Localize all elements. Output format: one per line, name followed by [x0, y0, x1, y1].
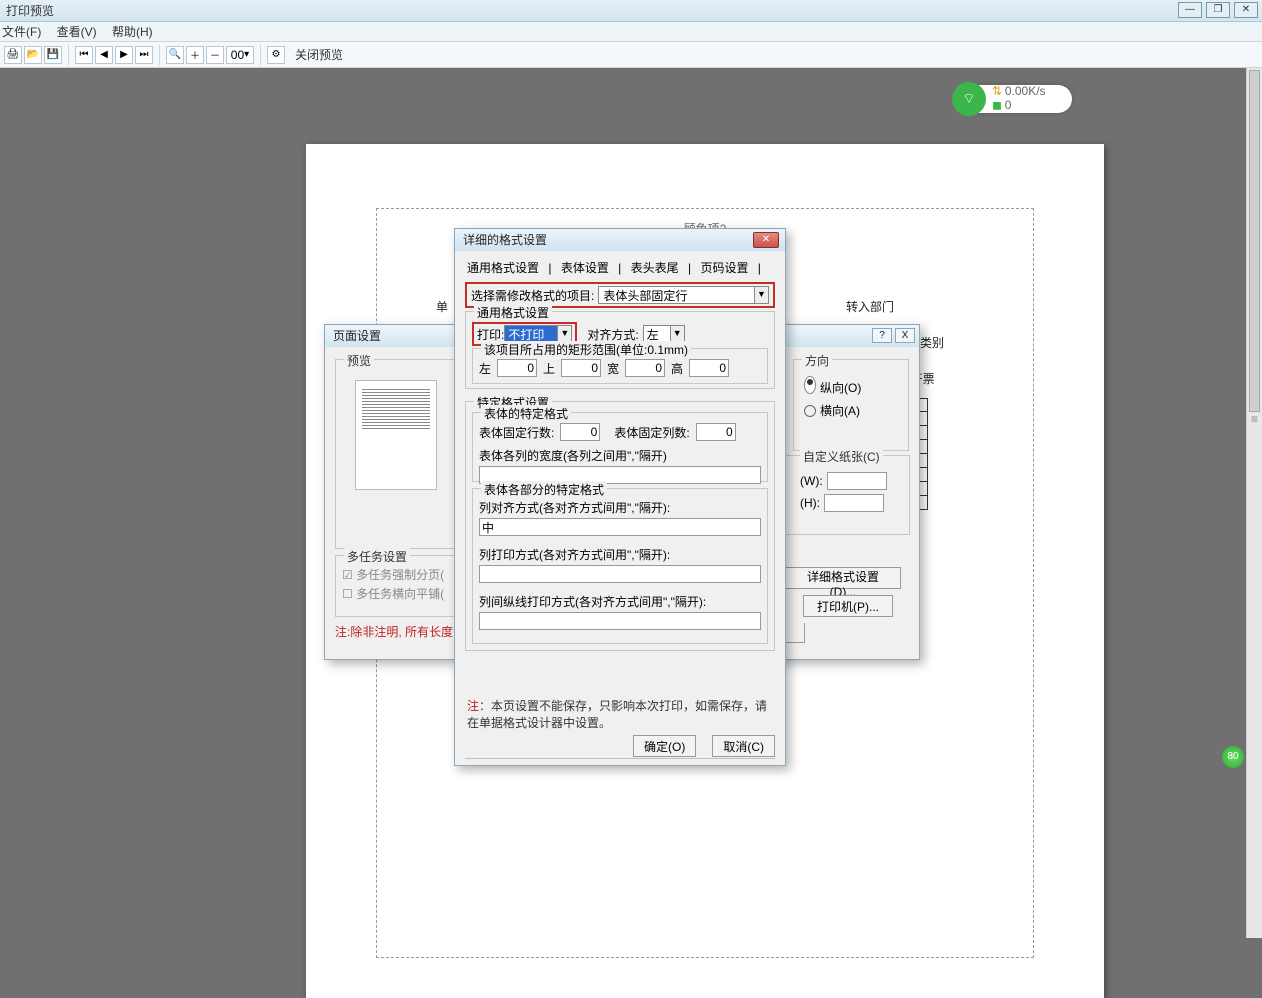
lbl-col-widths: 表体各列的宽度(各列之间用","隔开) [479, 447, 761, 464]
grp-direction-legend: 方向 [802, 352, 832, 369]
input-left[interactable] [497, 359, 537, 377]
lbl-align: 对齐方式: [587, 326, 638, 343]
radio-landscape[interactable]: 横向(A) [804, 402, 898, 419]
detail-format-dialog: 详细的格式设置 ✕ 通用格式设置 | 表体设置 | 表头表尾 | 页码设置 | … [454, 228, 786, 766]
open-icon[interactable]: 📂 [24, 46, 42, 64]
lbl-print: 打印: [477, 326, 504, 343]
side-badge[interactable]: 80 [1222, 746, 1244, 768]
window-close-button[interactable]: ✕ [1234, 2, 1258, 18]
lbl-width: (W): [800, 474, 823, 488]
input-top[interactable] [561, 359, 601, 377]
scrollbar-thumb[interactable] [1249, 70, 1260, 412]
input-col-vline[interactable] [479, 612, 761, 630]
input-custom-height[interactable] [824, 494, 884, 512]
field-dan: 单 [436, 298, 448, 315]
grp-common-legend: 通用格式设置 [474, 304, 552, 321]
prev-page-icon[interactable]: ◀ [95, 46, 113, 64]
lbl-left: 左 [479, 360, 491, 377]
first-page-icon[interactable]: ⏮ [75, 46, 93, 64]
grp-parts-legend: 表体各部分的特定格式 [481, 481, 607, 498]
network-widget[interactable]: ⌔ ⇅ 0.00K/s ◼ 0 [964, 85, 1072, 113]
grp-multitask-legend: 多任务设置 [344, 548, 410, 565]
settings-icon[interactable]: ⚙ [267, 46, 285, 64]
detail-close-button[interactable]: ✕ [753, 232, 779, 248]
lbl-height: (H): [800, 496, 820, 510]
lbl-width-r: 宽 [607, 360, 619, 377]
input-width-r[interactable] [625, 359, 665, 377]
close-preview-button[interactable]: 关闭预览 [295, 46, 343, 63]
detail-tabs: 通用格式设置 | 表体设置 | 表头表尾 | 页码设置 | [461, 259, 779, 276]
page-setup-note: 注:除非注明, 所有长度 [335, 623, 453, 640]
zoom-combo[interactable]: 00▾ [226, 46, 254, 64]
page-setup-help-button[interactable]: ? [872, 328, 892, 343]
tab-common[interactable]: 通用格式设置 [461, 259, 545, 277]
scrollbar-grip-icon: ≡ [1249, 412, 1260, 426]
lbl-col-print: 列打印方式(各对齐方式间用","隔开): [479, 546, 761, 563]
btn-detail-format[interactable]: 详细格式设置(D)... [785, 567, 901, 589]
chevron-down-icon: ▼ [557, 326, 571, 342]
grp-body-spec-legend: 表体的特定格式 [481, 405, 571, 422]
lbl-col-vline: 列间纵线打印方式(各对齐方式间用","隔开): [479, 593, 761, 610]
chk-force-page: ☑ 多任务强制分页( [342, 566, 456, 583]
net-conn: 0 [1005, 98, 1012, 112]
chk-tile: ☐ 多任务横向平铺( [342, 585, 456, 602]
radio-portrait[interactable]: 纵向(O) [804, 376, 898, 396]
window-maximize-button[interactable]: ❐ [1206, 2, 1230, 18]
lbl-fixed-cols: 表体固定列数: [614, 424, 689, 441]
app-titlebar: 打印预览 — ❐ ✕ [0, 0, 1262, 22]
btn-ok[interactable]: 确定(O) [633, 735, 696, 757]
menu-view[interactable]: 查看(V) [57, 25, 97, 39]
grp-preview-legend: 预览 [344, 352, 374, 369]
detail-note: 注：本页设置不能保存，只影响本次打印，如需保存，请在单据格式设计器中设置。 [467, 697, 773, 731]
wifi-icon: ⌔ [952, 82, 986, 116]
zoom-out-icon[interactable]: － [206, 46, 224, 64]
select-item-value: 表体头部固定行 [599, 287, 754, 304]
next-page-icon[interactable]: ▶ [115, 46, 133, 64]
input-fixed-cols[interactable] [696, 423, 736, 441]
input-height-r[interactable] [689, 359, 729, 377]
lbl-col-align: 列对齐方式(各对齐方式间用","隔开): [479, 499, 761, 516]
preview-thumbnail [355, 380, 437, 490]
menu-help[interactable]: 帮助(H) [112, 25, 153, 39]
tab-pagenum[interactable]: 页码设置 [694, 259, 754, 277]
lbl-top: 上 [543, 360, 555, 377]
detail-format-title: 详细的格式设置 ✕ [455, 229, 785, 251]
field-zhuanru: 转入部门 [846, 298, 894, 315]
input-col-print[interactable] [479, 565, 761, 583]
lbl-height-r: 高 [671, 360, 683, 377]
menubar: 文件(F) 查看(V) 帮助(H) [0, 22, 1262, 42]
vertical-scrollbar[interactable]: ≡ [1246, 68, 1262, 938]
btn-cancel[interactable]: 取消(C) [712, 735, 775, 757]
last-page-icon[interactable]: ⏭ [135, 46, 153, 64]
print-value: 不打印 [505, 326, 557, 343]
btn-printer[interactable]: 打印机(P)... [803, 595, 893, 617]
input-fixed-rows[interactable] [560, 423, 600, 441]
tab-body[interactable]: 表体设置 [555, 259, 615, 277]
input-custom-width[interactable] [827, 472, 887, 490]
zoom-in-icon[interactable]: ＋ [186, 46, 204, 64]
toolbar: 🖨 📂 💾 ⏮ ◀ ▶ ⏭ 🔍 ＋ － 00▾ ⚙ 关闭预览 [0, 42, 1262, 68]
page-setup-close-button[interactable]: X [895, 328, 915, 343]
window-minimize-button[interactable]: — [1178, 2, 1202, 18]
input-col-align[interactable] [479, 518, 761, 536]
grp-custom-paper-legend: 自定义纸张(C) [800, 448, 883, 465]
save-icon[interactable]: 💾 [44, 46, 62, 64]
tab-headfoot[interactable]: 表头表尾 [625, 259, 685, 277]
chevron-down-icon: ▼ [754, 287, 768, 303]
zoom-select-icon[interactable]: 🔍 [166, 46, 184, 64]
print-icon[interactable]: 🖨 [4, 46, 22, 64]
app-title: 打印预览 [6, 4, 54, 18]
chevron-down-icon: ▼ [670, 326, 684, 342]
menu-file[interactable]: 文件(F) [2, 25, 41, 39]
select-item-dropdown[interactable]: 表体头部固定行 ▼ [598, 286, 769, 304]
lbl-fixed-rows: 表体固定行数: [479, 424, 554, 441]
align-value: 左 [644, 326, 670, 343]
grp-rect-legend: 该项目所占用的矩形范围(单位:0.1mm) [481, 341, 691, 358]
lbl-select-item: 选择需修改格式的项目: [471, 287, 594, 304]
net-speed: 0.00K/s [1005, 84, 1046, 98]
